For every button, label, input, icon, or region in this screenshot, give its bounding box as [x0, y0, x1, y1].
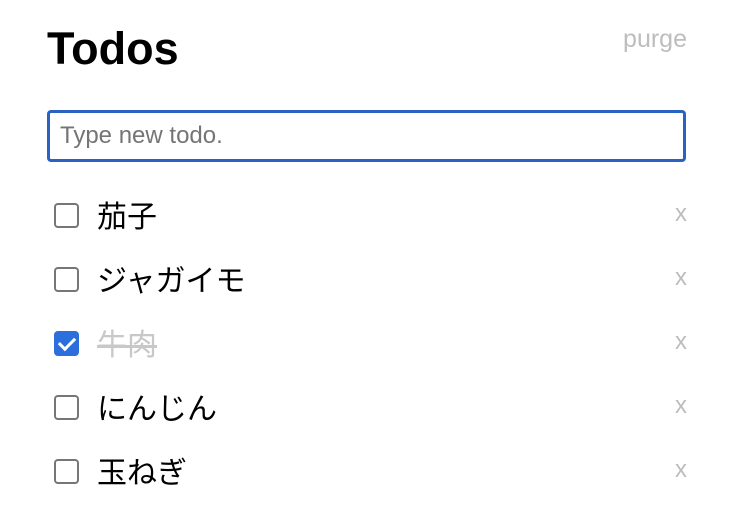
delete-button[interactable]: x: [675, 456, 687, 484]
todo-checkbox[interactable]: [54, 395, 79, 420]
delete-button[interactable]: x: [675, 264, 687, 292]
todo-checkbox[interactable]: [54, 203, 79, 228]
todo-app: Todos purge 茄子 x ジャガイモ x 牛肉 x にんじん x 玉ねぎ…: [47, 0, 687, 491]
todo-checkbox[interactable]: [54, 459, 79, 484]
delete-button[interactable]: x: [675, 392, 687, 420]
todo-label: 玉ねぎ: [97, 456, 187, 491]
todo-checkbox[interactable]: [54, 267, 79, 292]
page-title: Todos: [47, 23, 179, 74]
todo-label: にんじん: [97, 392, 217, 427]
todo-item: 牛肉 x: [47, 314, 687, 378]
todo-item: ジャガイモ x: [47, 250, 687, 314]
checkmark-icon: [57, 332, 77, 352]
delete-button[interactable]: x: [675, 200, 687, 228]
delete-button[interactable]: x: [675, 328, 687, 356]
todo-item: 茄子 x: [47, 186, 687, 250]
todo-label: 牛肉: [97, 328, 157, 363]
new-todo-input[interactable]: [47, 110, 686, 162]
todo-item: 玉ねぎ x: [47, 442, 687, 506]
todo-label: 茄子: [97, 200, 157, 235]
todo-label: ジャガイモ: [97, 264, 246, 299]
todo-checkbox[interactable]: [54, 331, 79, 356]
todo-list: 茄子 x ジャガイモ x 牛肉 x にんじん x 玉ねぎ x: [47, 186, 687, 506]
header: Todos purge: [47, 0, 687, 100]
purge-button[interactable]: purge: [623, 24, 687, 54]
todo-item: にんじん x: [47, 378, 687, 442]
